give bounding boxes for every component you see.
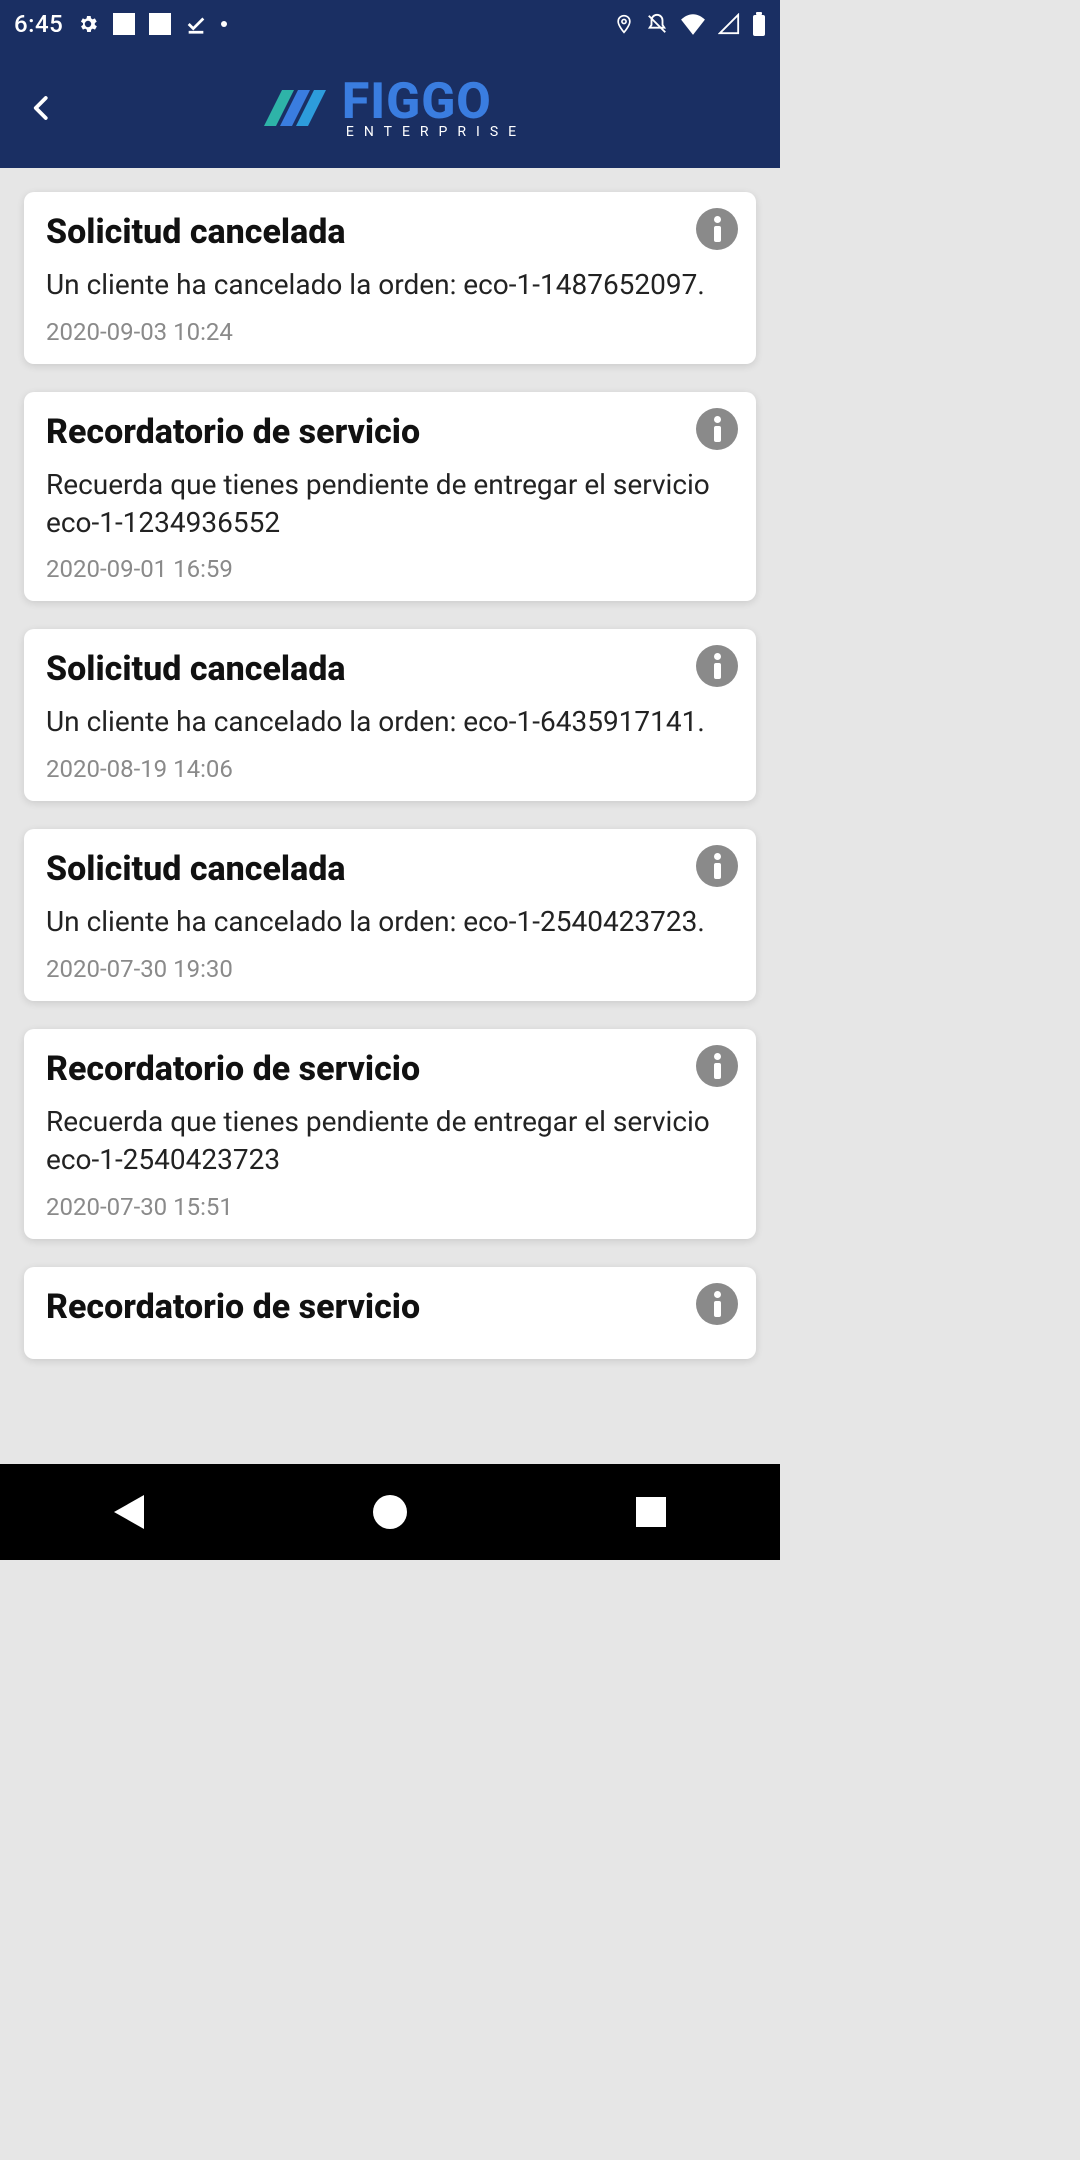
- notification-card[interactable]: Solicitud cancelada Un cliente ha cancela…: [24, 829, 756, 1001]
- info-icon[interactable]: [696, 1045, 738, 1087]
- notification-body: Recuerda que tienes pendiente de entrega…: [46, 466, 734, 542]
- notification-card[interactable]: Solicitud cancelada Un cliente ha cancela…: [24, 192, 756, 364]
- brand-subtitle: ENTERPRISE: [342, 125, 526, 139]
- notification-title: Solicitud cancelada: [46, 649, 734, 689]
- info-icon[interactable]: [696, 845, 738, 887]
- notification-body: Un cliente ha cancelado la orden: eco-1-…: [46, 266, 734, 304]
- notification-body: Un cliente ha cancelado la orden: eco-1-…: [46, 703, 734, 741]
- status-bar: 6:45: [0, 0, 780, 48]
- nav-recents-icon[interactable]: [636, 1497, 666, 1527]
- notification-title: Solicitud cancelada: [46, 212, 734, 252]
- notification-timestamp: 2020-09-01 16:59: [46, 555, 734, 583]
- signal-icon: [718, 13, 740, 35]
- notification-title: Recordatorio de servicio: [46, 1287, 734, 1327]
- notification-card[interactable]: Solicitud cancelada Un cliente ha cancela…: [24, 629, 756, 801]
- logo-mark-icon: [254, 76, 334, 140]
- download-done-icon: [185, 13, 207, 35]
- status-time: 6:45: [14, 10, 63, 38]
- nav-home-icon[interactable]: [373, 1495, 407, 1529]
- brand-logo: FIGGO ENTERPRISE: [254, 76, 526, 140]
- notification-body: Recuerda que tienes pendiente de entrega…: [46, 1103, 734, 1179]
- nav-back-icon[interactable]: [114, 1495, 144, 1529]
- location-icon: [614, 13, 634, 35]
- chevron-left-icon: [27, 88, 57, 128]
- notification-card[interactable]: Recordatorio de servicio Recuerda que tie…: [24, 392, 756, 602]
- notification-timestamp: 2020-09-03 10:24: [46, 318, 734, 346]
- notification-title: Recordatorio de servicio: [46, 412, 734, 452]
- notification-title: Recordatorio de servicio: [46, 1049, 734, 1089]
- status-more-icon: [221, 21, 227, 27]
- notification-body: Un cliente ha cancelado la orden: eco-1-…: [46, 903, 734, 941]
- gear-icon: [77, 13, 99, 35]
- notification-list[interactable]: Solicitud cancelada Un cliente ha cancela…: [0, 168, 780, 1464]
- app-header: FIGGO ENTERPRISE: [0, 48, 780, 168]
- status-app-icon: [149, 13, 171, 35]
- info-icon[interactable]: [696, 408, 738, 450]
- notification-timestamp: 2020-07-30 19:30: [46, 955, 734, 983]
- info-icon[interactable]: [696, 1283, 738, 1325]
- dnd-icon: [646, 13, 668, 35]
- back-button[interactable]: [18, 84, 66, 132]
- battery-icon: [752, 12, 766, 36]
- notification-timestamp: 2020-07-30 15:51: [46, 1193, 734, 1221]
- notification-title: Solicitud cancelada: [46, 849, 734, 889]
- notification-card[interactable]: Recordatorio de servicio Recuerda que tie…: [24, 1029, 756, 1239]
- system-nav-bar: [0, 1464, 780, 1560]
- notification-card[interactable]: Recordatorio de servicio: [24, 1267, 756, 1359]
- status-app-icon: [113, 13, 135, 35]
- wifi-icon: [680, 13, 706, 35]
- status-left: 6:45: [14, 10, 227, 38]
- info-icon[interactable]: [696, 208, 738, 250]
- notification-timestamp: 2020-08-19 14:06: [46, 755, 734, 783]
- status-right: [614, 12, 766, 36]
- brand-name: FIGGO: [342, 77, 526, 127]
